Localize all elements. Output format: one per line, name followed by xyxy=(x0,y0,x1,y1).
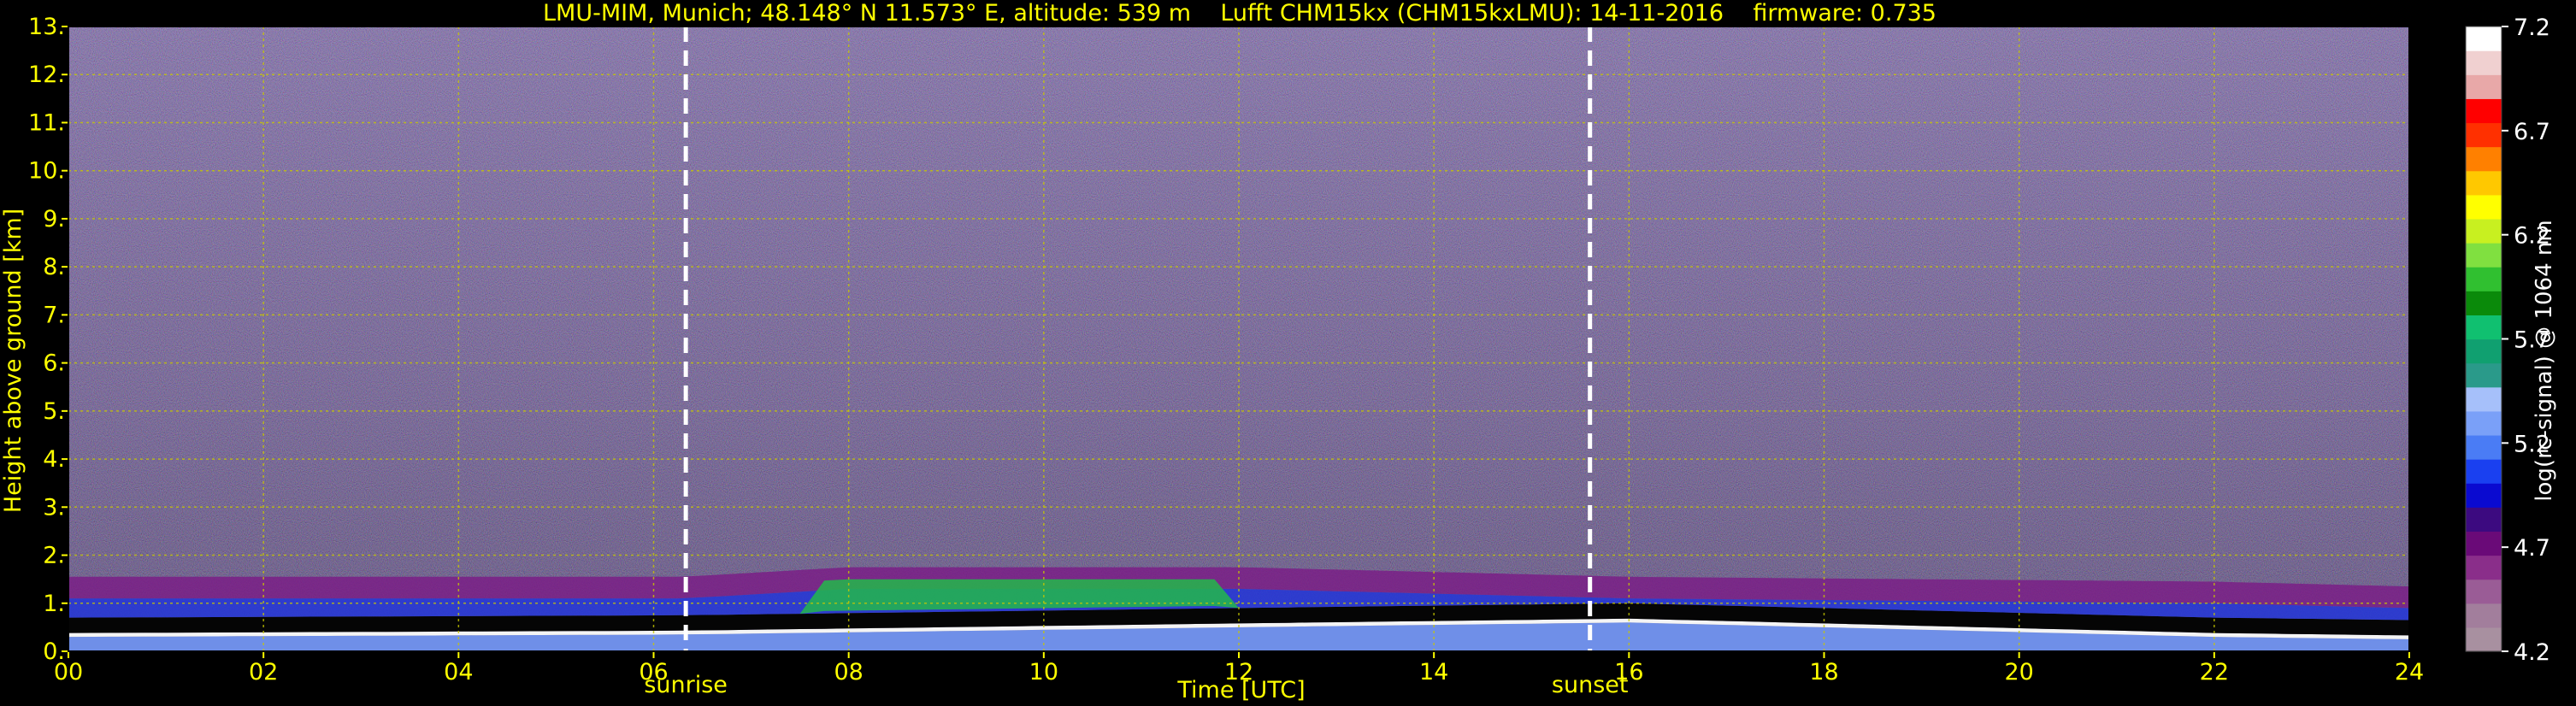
colorbar-segment xyxy=(2466,386,2502,412)
x-tick-label: 08 xyxy=(834,659,863,685)
y-tick-label: 1. xyxy=(43,591,65,617)
colorbar-segment xyxy=(2466,74,2502,99)
y-tick-label: 10. xyxy=(28,158,65,185)
colorbar-segment xyxy=(2466,26,2502,51)
y-tick-label: 12. xyxy=(28,62,65,88)
colorbar-segment xyxy=(2466,603,2502,628)
colorbar-segment xyxy=(2466,362,2502,388)
colorbar-tick-label: 7.2 xyxy=(2514,15,2550,41)
x-tick-label: 22 xyxy=(2200,659,2229,685)
colorbar-segment xyxy=(2466,170,2502,196)
y-axis-label: Height above ground [km] xyxy=(0,209,27,513)
y-tick-label: 7. xyxy=(43,302,65,328)
colorbar-tick-label: 4.2 xyxy=(2514,639,2550,666)
colorbar-segment xyxy=(2466,50,2502,75)
colorbar-segment xyxy=(2466,243,2502,268)
colorbar-segment xyxy=(2466,410,2502,436)
colorbar-segment xyxy=(2466,507,2502,532)
colorbar-segment xyxy=(2466,434,2502,460)
colorbar-segment xyxy=(2466,194,2502,220)
colorbar-label: log(rc-signal) @ 1064 nm xyxy=(2532,220,2557,501)
y-tick-label: 13. xyxy=(28,14,65,40)
x-tick-label: 16 xyxy=(1614,659,1643,685)
colorbar-segment xyxy=(2466,98,2502,124)
colorbar-segment xyxy=(2466,146,2502,172)
x-tick-label: 18 xyxy=(1809,659,1838,685)
y-tick-label: 2. xyxy=(43,543,65,569)
colorbar-segment xyxy=(2466,291,2502,315)
colorbar-segment xyxy=(2466,579,2502,604)
x-tick-label: 06 xyxy=(639,659,668,685)
colorbar-tick-label: 4.7 xyxy=(2514,535,2550,562)
colorbar-segment xyxy=(2466,338,2502,364)
y-tick-label: 5. xyxy=(43,398,65,425)
colorbar-segment xyxy=(2466,531,2502,556)
x-tick-label: 14 xyxy=(1419,659,1448,685)
x-tick-label: 20 xyxy=(2004,659,2033,685)
y-tick-label: 8. xyxy=(43,254,65,280)
x-tick-label: 24 xyxy=(2395,659,2424,685)
y-tick-label: 3. xyxy=(43,494,65,521)
y-tick-label: 4. xyxy=(43,446,65,473)
colorbar-segment xyxy=(2466,627,2502,652)
colorbar-segment xyxy=(2466,459,2502,484)
x-tick-label: 04 xyxy=(444,659,473,685)
colorbar-segment xyxy=(2466,122,2502,148)
colorbar-segment xyxy=(2466,555,2502,580)
y-tick-label: 9. xyxy=(43,206,65,232)
colorbar-segment xyxy=(2466,267,2502,291)
colorbar-segment xyxy=(2466,483,2502,508)
x-tick-label: 02 xyxy=(249,659,278,685)
x-axis-label: Time [UTC] xyxy=(1176,677,1305,703)
y-tick-label: 6. xyxy=(43,350,65,377)
ceilometer-figure: sunrise sunset 00 02 04 06 08 10 12 14 16 18 20 22 24… xyxy=(0,14,2557,703)
colorbar-segment xyxy=(2466,218,2502,244)
y-tick-label: 0. xyxy=(43,638,65,665)
y-tick-label: 11. xyxy=(28,109,65,136)
colorbar-segment xyxy=(2466,315,2502,340)
colorbar-tick-label: 6.7 xyxy=(2514,119,2550,145)
x-tick-label: 10 xyxy=(1029,659,1058,685)
